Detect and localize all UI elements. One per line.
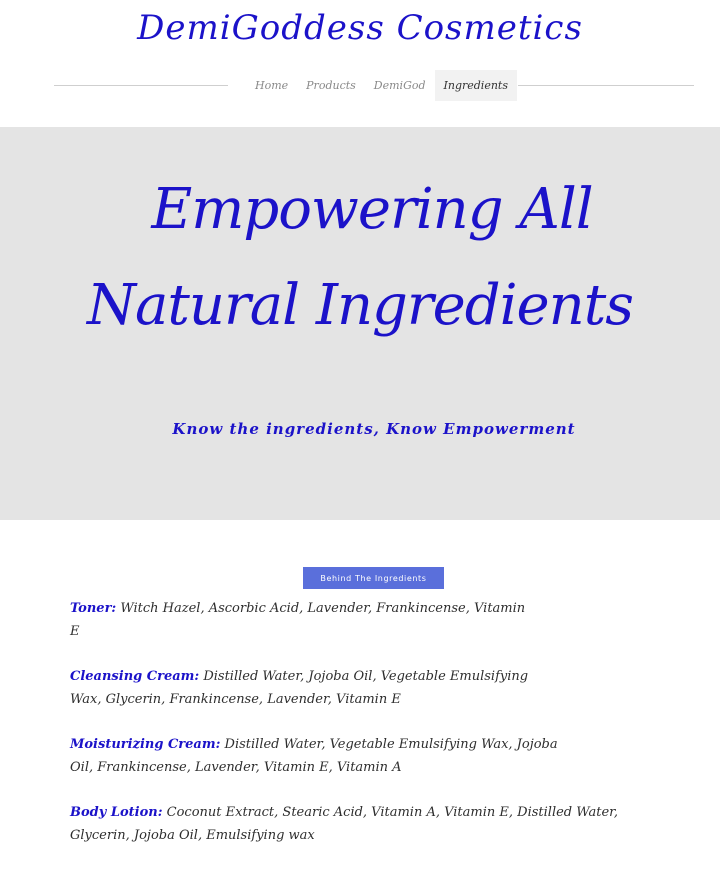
behind-the-ingredients-button[interactable]: Behind The Ingredients	[303, 567, 444, 589]
hero-heading-line-1: Empowering All	[151, 177, 593, 242]
ingredient-item-body-lotion: Body Lotion: Coconut Extract, Stearic Ac…	[70, 801, 660, 847]
ingredient-item-toner: Toner: Witch Hazel, Ascorbic Acid, Laven…	[70, 597, 530, 643]
nav-item-ingredients[interactable]: Ingredients	[434, 70, 517, 101]
ingredient-item-moisturizing-cream: Moisturizing Cream: Distilled Water, Veg…	[70, 733, 560, 779]
nav-divider-right	[518, 85, 694, 86]
nav-divider-left	[54, 85, 228, 86]
hero-heading-line-2: Natural Ingredients	[87, 273, 634, 338]
hero-subheading: Know the ingredients, Know Empowerment	[172, 420, 576, 438]
hero-banner: Empowering All Natural Ingredients Know …	[0, 127, 720, 520]
ingredient-item-cleansing-cream: Cleansing Cream: Distilled Water, Jojoba…	[70, 665, 530, 711]
ingredients-list: Toner: Witch Hazel, Ascorbic Acid, Laven…	[70, 597, 670, 869]
ingredient-label: Toner:	[70, 601, 117, 616]
nav-item-demigod[interactable]: DemiGod	[365, 70, 435, 101]
site-title[interactable]: DemiGoddess Cosmetics	[0, 6, 720, 50]
nav-item-home[interactable]: Home	[246, 70, 297, 101]
ingredient-label: Cleansing Cream:	[70, 669, 200, 684]
ingredient-label: Body Lotion:	[70, 805, 163, 820]
ingredient-text: Witch Hazel, Ascorbic Acid, Lavender, Fr…	[70, 601, 526, 639]
nav-item-products[interactable]: Products	[297, 70, 365, 101]
main-nav: Home Products DemiGod Ingredients	[246, 70, 517, 101]
ingredient-label: Moisturizing Cream:	[70, 737, 221, 752]
